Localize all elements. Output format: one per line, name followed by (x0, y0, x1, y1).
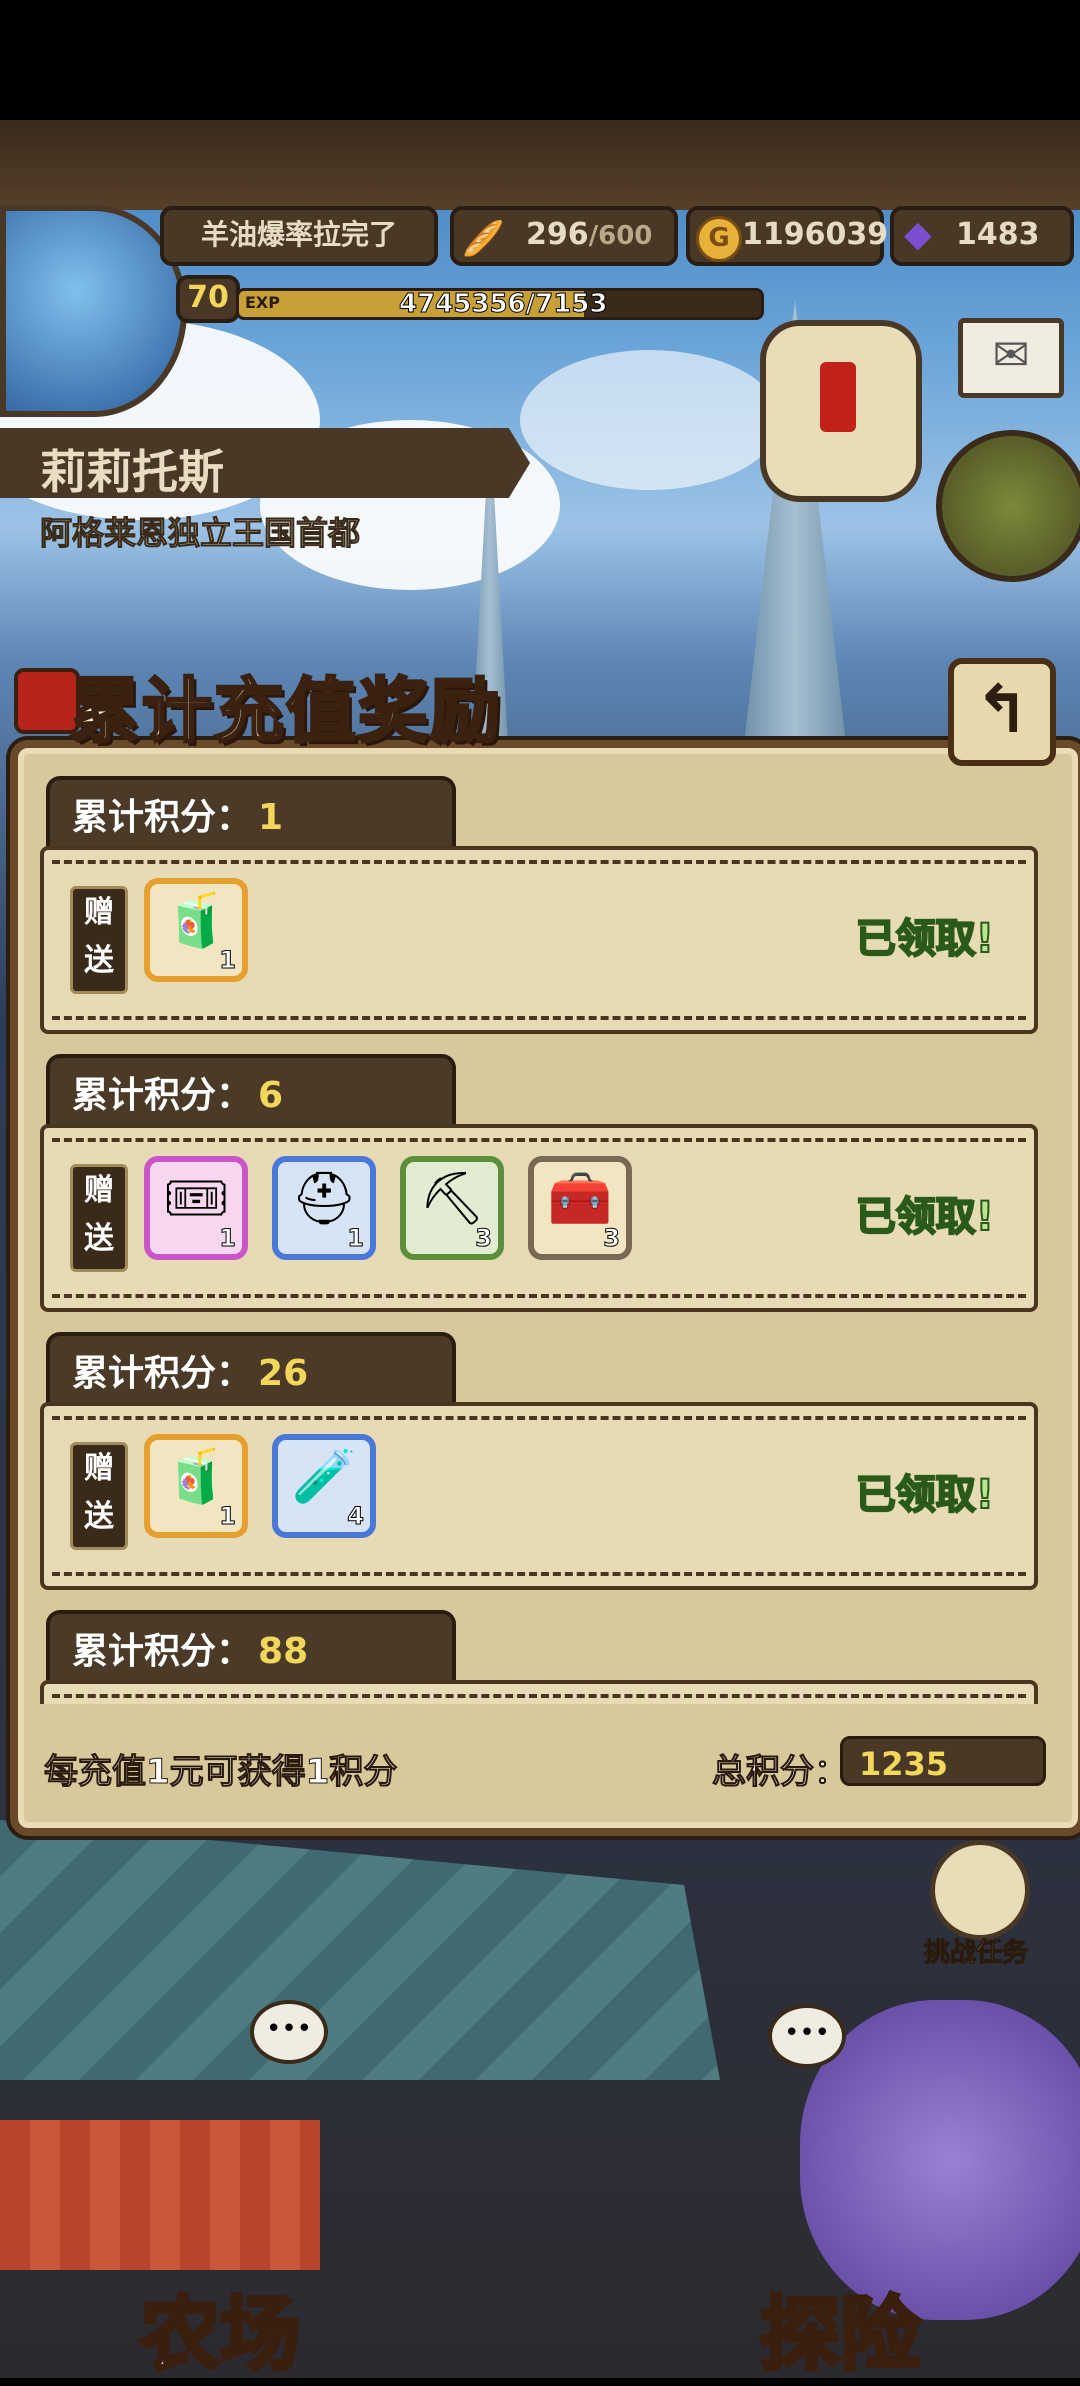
panel-footer: 每充值1元可获得1积分 总积分： 1235 (22, 1722, 1058, 1802)
tier-label: 累计积分： (72, 1075, 253, 1116)
tier-points: 1 (258, 797, 284, 838)
item-qty: 1 (219, 1502, 237, 1531)
tier-body: 赠送 🧃 1 已领取! (40, 846, 1038, 1034)
gem-value: 1483 (956, 217, 1040, 252)
red-roof (0, 2120, 320, 2270)
gift-tag: 赠送 (70, 1442, 128, 1550)
gold-coin-icon: G (696, 216, 742, 262)
tier-list[interactable]: 累计积分：1 赠送 🧃 1 已领取! 累计积分：6 赠送 🎟 1 ⛑ 1 ⛏ (30, 768, 1050, 1704)
pickaxe-icon: ⛏ (418, 1169, 485, 1229)
stamina-bar[interactable]: 🥖 296/600 (450, 206, 678, 266)
backpack-icon[interactable] (936, 430, 1080, 582)
recharge-note: 每充值1元可获得1积分 (43, 1752, 398, 1793)
tier-header: 累计积分： 88 (46, 1610, 456, 1686)
tier-points: 6 (258, 1075, 284, 1116)
level-badge: 70 (176, 275, 240, 323)
item-qty: 4 (347, 1502, 365, 1531)
chat-bubble-icon: ••• (250, 2000, 328, 2064)
tier-body (40, 1680, 1038, 1704)
gem-counter[interactable]: ◆ 1483 (890, 206, 1074, 266)
item-qty: 1 (219, 1224, 237, 1253)
location-banner: 莉莉托斯 (0, 428, 530, 498)
gold-value: 1196039 (742, 217, 889, 252)
chest-icon: 🧰 (547, 1169, 613, 1229)
back-button[interactable]: ↰ (948, 658, 1056, 766)
tier-header: 累计积分： 26 (46, 1332, 456, 1408)
tier-points: 26 (258, 1353, 309, 1394)
panel-title: 累计充值奖励 (69, 669, 502, 754)
reward-item-green-tank[interactable]: 🧪 4 (272, 1434, 376, 1538)
total-points-label: 总积分： (712, 1752, 849, 1793)
chat-bubble-icon: ••• (768, 2004, 846, 2068)
mail-icon[interactable]: ✉ (958, 318, 1064, 398)
challenge-scroll-icon (930, 1840, 1030, 1940)
claimed-status: 已领取! (855, 915, 995, 963)
roof (0, 1820, 720, 2080)
item-qty: 1 (219, 946, 237, 975)
stamina-current: 296 (526, 217, 589, 252)
back-arrow-icon: ↰ (974, 671, 1030, 748)
potion-icon: 🧃 (163, 1447, 229, 1507)
gem-icon: ◆ (904, 214, 932, 255)
tier-body: 赠送 🧃 1 🧪 4 已领取! (40, 1402, 1038, 1590)
exp-bar: EXP 4745356/7153 (236, 288, 764, 320)
quest-scroll-icon[interactable] (760, 320, 922, 502)
claimed-status: 已领取! (855, 1193, 995, 1241)
location-subtitle: 阿格莱恩独立王国首都 (39, 514, 361, 553)
reward-item-helmet[interactable]: ⛑ 1 (272, 1156, 376, 1260)
player-avatar[interactable] (0, 205, 187, 417)
tier-label: 累计积分： (72, 1353, 253, 1394)
gift-tag: 赠送 (70, 1164, 128, 1272)
exp-label: EXP (245, 293, 280, 312)
challenge-task-button[interactable]: 挑战任务 (906, 1840, 1046, 1970)
tier-header: 累计积分： 6 (46, 1054, 456, 1130)
potion-icon: 🧃 (163, 891, 229, 951)
item-qty: 1 (347, 1224, 365, 1253)
tier-points: 88 (258, 1631, 309, 1672)
bread-icon: 🥖 (462, 219, 505, 259)
green-tank-icon: 🧪 (291, 1447, 357, 1507)
challenge-label: 挑战任务 (923, 1938, 1028, 1969)
tier-label: 累计积分： (72, 797, 253, 838)
item-qty: 3 (475, 1224, 493, 1253)
reward-item-potion[interactable]: 🧃 1 (144, 878, 248, 982)
player-name: 羊油爆率拉完了 (200, 218, 397, 251)
location-name: 莉莉托斯 (40, 445, 224, 499)
player-name-bar: 羊油爆率拉完了 (160, 206, 438, 266)
reward-item-pickaxe[interactable]: ⛏ 3 (400, 1156, 504, 1260)
helmet-icon: ⛑ (290, 1169, 357, 1229)
gift-tag: 赠送 (70, 886, 128, 994)
ticket-icon: 🎟 (162, 1169, 229, 1229)
reward-item-chest[interactable]: 🧰 3 (528, 1156, 632, 1260)
stamina-max: /600 (588, 221, 653, 251)
tier-header: 累计积分： 1 (46, 776, 456, 852)
level-value: 70 (187, 280, 229, 315)
tier-body: 赠送 🎟 1 ⛑ 1 ⛏ 3 🧰 3 已领取! (40, 1124, 1038, 1312)
exp-value: 4745356/7153 (399, 289, 608, 319)
top-wood-frame (0, 120, 1080, 210)
reward-item-potion[interactable]: 🧃 1 (144, 1434, 248, 1538)
explore-button[interactable]: 探险 (758, 2270, 922, 2386)
farm-button[interactable]: 农场 (138, 2270, 302, 2386)
total-points-value: 1235 (840, 1736, 1046, 1786)
tier-label: 累计积分： (72, 1631, 253, 1672)
claimed-status: 已领取! (855, 1471, 995, 1519)
gold-counter[interactable]: G 1196039 (686, 206, 888, 266)
reward-item-ticket[interactable]: 🎟 1 (144, 1156, 248, 1260)
item-qty: 3 (603, 1224, 621, 1253)
